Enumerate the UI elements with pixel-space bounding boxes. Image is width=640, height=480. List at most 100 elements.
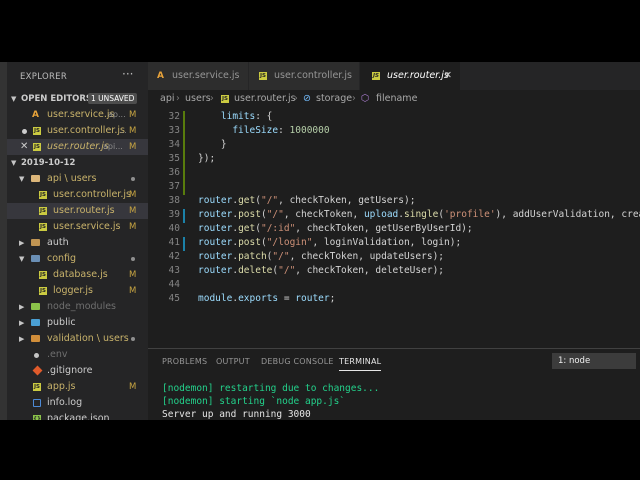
code-token: : (278, 125, 290, 136)
tree-folder-config[interactable]: ▼ config (7, 251, 148, 267)
code-token: , checkToken, deleteUser); (295, 265, 445, 276)
code-token: "/" (260, 195, 279, 206)
breadcrumb-item[interactable]: storage (316, 90, 352, 108)
tab-label: user.router.js (387, 70, 449, 81)
js-file-icon: JS (39, 287, 47, 295)
tree-label: package.json (47, 413, 110, 420)
tab-problems[interactable]: PROBLEMS (162, 357, 207, 366)
code-token: "/" (266, 209, 284, 220)
unsaved-dot-icon[interactable] (22, 129, 27, 134)
code-line: limits: { (198, 111, 273, 122)
code-line: module.exports = router; (198, 293, 335, 304)
letterbox-top (0, 0, 640, 62)
symbol-method-icon: ⬡ (361, 93, 370, 104)
tab-user-router[interactable]: JS user.router.js ✕ (360, 62, 460, 90)
code-token: : { (255, 111, 273, 122)
open-editors-section[interactable]: ▼ OPEN EDITORS 1 UNSAVED (7, 91, 148, 107)
tab-user-service[interactable]: A user.service.js (148, 62, 248, 90)
env-file-icon (34, 353, 39, 358)
vscode-window: EXPLORER ··· ▼ OPEN EDITORS 1 UNSAVED A … (0, 62, 640, 420)
code-line: router.post("/login", loginValidation, l… (198, 237, 461, 248)
tree-label: config (47, 253, 77, 264)
code-line: router.post("/", checkToken, upload.sing… (198, 209, 640, 220)
line-number: 41 (168, 237, 180, 248)
breadcrumb-item[interactable]: users (185, 90, 211, 108)
more-actions-icon[interactable]: ··· (122, 67, 133, 81)
code-token: = (278, 293, 296, 304)
open-editor-item[interactable]: JS user.controller.js ... M (7, 123, 148, 139)
code-token: , checkToken, getUsers); (278, 195, 416, 206)
breadcrumb-item[interactable]: api (160, 90, 175, 108)
tree-label: auth (47, 237, 69, 248)
tree-file[interactable]: JS database.js M (7, 267, 148, 283)
js-file-icon: JS (39, 271, 47, 279)
terminal-select[interactable]: 1: node (552, 353, 636, 369)
code-token: 1000000 (289, 125, 330, 136)
git-added-marker (183, 139, 185, 153)
tree-folder-public[interactable]: ▶ public (7, 315, 148, 331)
tree-label: user.service.js (53, 221, 121, 232)
breadcrumb-item[interactable]: user.router.js (234, 90, 296, 108)
tree-folder-auth[interactable]: ▶ auth (7, 235, 148, 251)
tree-label: .gitignore (47, 365, 93, 376)
tree-file[interactable]: JS logger.js M (7, 283, 148, 299)
code-token: router (198, 223, 233, 234)
open-editor-item[interactable]: A user.service.js ap... M (7, 107, 148, 123)
tab-debug-console[interactable]: DEBUG CONSOLE (261, 357, 334, 366)
chevron-right-icon: ▶ (19, 303, 25, 311)
chevron-down-icon: ▼ (19, 255, 25, 263)
tree-label: app.js (47, 381, 76, 392)
project-section[interactable]: ▼ 2019-10-12 (7, 155, 148, 171)
tab-terminal[interactable]: TERMINAL (339, 357, 382, 371)
tree-file[interactable]: {} package.json (7, 411, 148, 420)
code-line: router.get("/:id", checkToken, getUserBy… (198, 223, 473, 234)
code-line: router.delete("/", checkToken, deleteUse… (198, 265, 444, 276)
code-token: }); (198, 153, 216, 164)
folder-icon (31, 335, 40, 342)
tree-label: public (47, 317, 76, 328)
close-icon[interactable]: ✕ (20, 139, 28, 155)
code-token: ; (329, 293, 336, 304)
tree-file[interactable]: .env (7, 347, 148, 363)
folder-open-icon (31, 175, 40, 182)
code-token: router (295, 293, 330, 304)
code-token: router (198, 195, 233, 206)
tree-file[interactable]: info.log (7, 395, 148, 411)
tree-file[interactable]: JS app.js M (7, 379, 148, 395)
folder-public-icon (31, 319, 40, 326)
tree-file[interactable]: JS user.service.js M (7, 219, 148, 235)
open-editor-path: ap... (108, 110, 126, 119)
code-token: fileSize (198, 125, 279, 136)
tree-file[interactable]: .gitignore (7, 363, 148, 379)
code-token: router (198, 265, 233, 276)
code-token: router (198, 237, 233, 248)
symbol-variable-icon: ⊘ (303, 93, 311, 104)
code-token: module (198, 293, 233, 304)
letterbox-bottom (0, 420, 640, 480)
tree-file[interactable]: JS user.controller.js M (7, 187, 148, 203)
chevron-right-icon: › (294, 93, 298, 104)
angular-file-icon: A (157, 71, 164, 81)
bottom-panel: PROBLEMS OUTPUT DEBUG CONSOLE TERMINAL 1… (148, 348, 640, 420)
code-line: router.patch("/", checkToken, updateUser… (198, 251, 444, 262)
breadcrumb-item[interactable]: filename (376, 90, 417, 108)
js-file-icon: JS (259, 72, 267, 80)
tab-output[interactable]: OUTPUT (216, 357, 250, 366)
tree-folder-validation[interactable]: ▶ validation \ users (7, 331, 148, 347)
tree-folder-node-modules[interactable]: ▶ node_modules (7, 299, 148, 315)
code-token: router (198, 209, 233, 220)
tab-user-controller[interactable]: JS user.controller.js (249, 62, 359, 90)
js-file-icon: JS (33, 143, 41, 151)
open-editor-item-active[interactable]: ✕ JS user.router.js api... M (7, 139, 148, 155)
project-header: 2019-10-12 (21, 158, 76, 168)
line-number: 34 (168, 139, 180, 150)
tree-file-selected[interactable]: JS user.router.js M (7, 203, 148, 219)
modified-indicator: M (129, 222, 137, 232)
code-editor[interactable]: 32 limits: {33 fileSize: 1000000 34 } 35})… (148, 108, 640, 348)
js-file-icon: JS (39, 223, 47, 231)
js-file-icon: JS (39, 191, 47, 199)
open-editor-label: user.controller.js (47, 125, 125, 136)
close-tab-icon[interactable]: ✕ (444, 62, 452, 90)
tree-folder-api-users[interactable]: ▼ api \ users (7, 171, 148, 187)
js-file-icon: JS (33, 383, 41, 391)
